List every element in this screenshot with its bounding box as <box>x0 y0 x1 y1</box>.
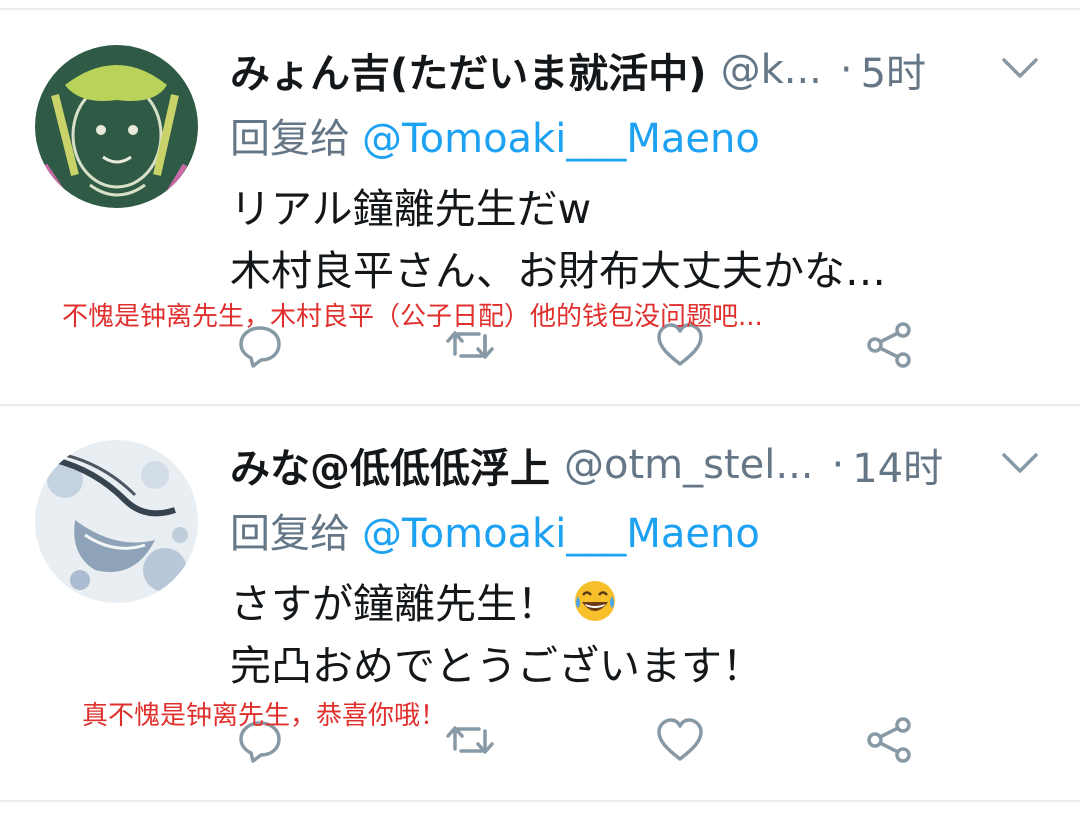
illustration-avatar-icon <box>35 440 198 603</box>
timestamp[interactable]: 14时 <box>852 436 943 494</box>
chalk-drawing-avatar-icon <box>35 45 198 208</box>
bottom-divider <box>0 800 1080 802</box>
tweet-header: みょん吉(ただいま就活中) @k... · 5时 <box>230 40 926 100</box>
tears-of-joy-emoji-icon <box>572 578 618 624</box>
reply-label: 回复给 <box>230 116 350 162</box>
tweet[interactable]: みな@低低低浮上 @otm_stel... · 14时 回复给 @Tomoaki_… <box>0 405 1080 800</box>
tweet-text-line: さすが鐘離先生！ <box>230 570 618 630</box>
avatar[interactable] <box>35 45 198 208</box>
tweet-text-line: リアル鐘離先生だw <box>230 185 592 233</box>
user-handle[interactable]: @k... <box>721 47 822 93</box>
reply-context: 回复给 @Tomoaki___Maeno <box>230 501 760 559</box>
separator-dot: · <box>839 47 853 93</box>
display-name[interactable]: みょん吉(ただいま就活中) <box>230 41 707 99</box>
like-icon[interactable] <box>655 715 705 765</box>
tweet-text-line: 木村良平さん、お財布大丈夫かな… <box>230 247 886 295</box>
tweet[interactable]: みょん吉(ただいま就活中) @k... · 5时 回复给 @Tomoaki___M… <box>0 10 1080 405</box>
separator-dot: · <box>831 442 845 488</box>
share-icon[interactable] <box>865 320 915 370</box>
reply-mention-link[interactable]: @Tomoaki___Maeno <box>362 116 760 162</box>
translation-annotation: 不愧是钟离先生，木村良平（公子日配）他的钱包没问题吧... <box>62 302 763 332</box>
tweet-text-line: 完凸おめでとうございます！ <box>230 642 763 690</box>
tweet-header: みな@低低低浮上 @otm_stel... · 14时 <box>230 435 943 495</box>
retweet-icon[interactable] <box>445 715 495 765</box>
reply-mention-link[interactable]: @Tomoaki___Maeno <box>362 511 760 557</box>
chevron-down-icon[interactable] <box>1000 54 1040 84</box>
user-handle[interactable]: @otm_stel... <box>564 442 814 488</box>
reply-context: 回复给 @Tomoaki___Maeno <box>230 106 760 164</box>
translation-annotation: 真不愧是钟离先生，恭喜你哦！ <box>82 701 447 731</box>
avatar[interactable] <box>35 440 198 603</box>
chevron-down-icon[interactable] <box>1000 449 1040 479</box>
tweet-text: さすが鐘離先生！ <box>230 580 558 628</box>
reply-label: 回复给 <box>230 511 350 557</box>
display-name[interactable]: みな@低低低浮上 <box>230 436 550 494</box>
timestamp[interactable]: 5时 <box>861 41 926 99</box>
share-icon[interactable] <box>865 715 915 765</box>
